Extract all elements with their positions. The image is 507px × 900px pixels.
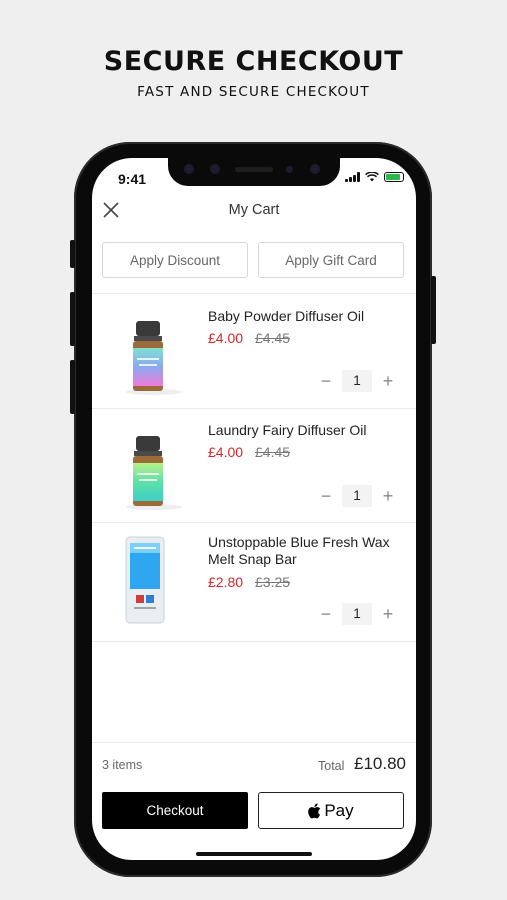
phone-power-button [431, 276, 436, 344]
product-image [126, 321, 182, 395]
item-price: £4.00 [208, 330, 244, 346]
proximity-sensor [286, 166, 293, 173]
camera-icon [184, 164, 194, 174]
speaker-grille [235, 167, 273, 172]
page-title: My Cart [228, 202, 280, 218]
quantity-value[interactable]: 1 [342, 485, 372, 507]
cart-item: Unstoppable Blue Fresh Wax Melt Snap Bar… [92, 523, 416, 641]
home-indicator [196, 852, 312, 856]
status-icons [345, 172, 404, 182]
cellular-signal-icon [345, 172, 360, 182]
quantity-value[interactable]: 1 [342, 603, 372, 625]
footer-divider [92, 742, 416, 743]
wifi-icon [365, 172, 379, 182]
cart-item: Laundry Fairy Diffuser Oil £4.00 £4.45 −… [92, 409, 416, 522]
increase-quantity-button[interactable]: + [380, 487, 396, 505]
front-camera-icon [310, 164, 320, 174]
apple-pay-label: Pay [324, 800, 354, 820]
total-label: Total [318, 759, 345, 773]
increase-quantity-button[interactable]: + [380, 372, 396, 390]
item-name[interactable]: Laundry Fairy Diffuser Oil [208, 422, 404, 439]
product-image [126, 436, 182, 510]
items-count: 3 items [102, 758, 143, 772]
phone-notch [168, 158, 340, 186]
app-screen: 9:41 My Cart Apply Discount Apply Gift C… [92, 158, 416, 860]
item-original-price: £4.45 [255, 330, 291, 346]
sensor-icon [210, 164, 220, 174]
cart-item: Baby Powder Diffuser Oil £4.00 £4.45 − 1… [92, 294, 416, 407]
item-name[interactable]: Baby Powder Diffuser Oil [208, 308, 404, 325]
item-original-price: £3.25 [255, 574, 291, 590]
promo-subtitle: FAST AND SECURE CHECKOUT [137, 84, 370, 100]
promo-title: SECURE CHECKOUT [103, 46, 404, 77]
product-image [125, 536, 165, 624]
status-time: 9:41 [118, 171, 147, 187]
phone-volume-up [70, 292, 75, 346]
apple-pay-button[interactable]: Pay [258, 792, 404, 829]
decrease-quantity-button[interactable]: − [318, 605, 334, 623]
phone-volume-down [70, 360, 75, 414]
phone-mute-switch [70, 240, 75, 268]
decrease-quantity-button[interactable]: − [318, 487, 334, 505]
checkout-button[interactable]: Checkout [102, 792, 248, 829]
apply-gift-card-button[interactable]: Apply Gift Card [258, 242, 404, 278]
apply-discount-button[interactable]: Apply Discount [102, 242, 248, 278]
quantity-value[interactable]: 1 [342, 370, 372, 392]
decrease-quantity-button[interactable]: − [318, 372, 334, 390]
item-name[interactable]: Unstoppable Blue Fresh Wax Melt Snap Bar [208, 534, 404, 568]
divider [92, 641, 416, 642]
total-value: £10.80 [354, 754, 406, 773]
battery-icon [384, 172, 404, 182]
item-original-price: £4.45 [255, 444, 291, 460]
item-price: £4.00 [208, 444, 244, 460]
item-price: £2.80 [208, 574, 244, 590]
apple-logo-icon [308, 803, 321, 818]
increase-quantity-button[interactable]: + [380, 605, 396, 623]
